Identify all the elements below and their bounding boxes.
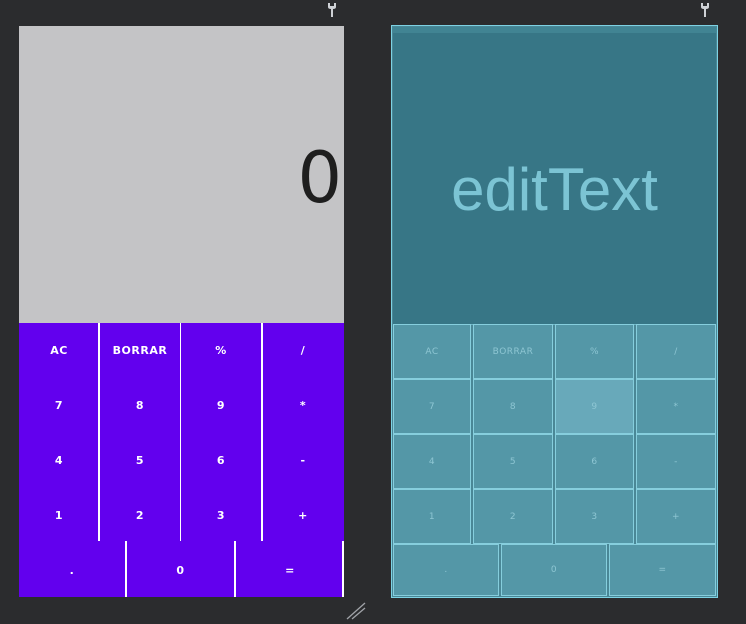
divide-button[interactable]: / [636,324,716,379]
decimal-button[interactable]: . [19,543,125,597]
subtract-button[interactable]: - [636,434,716,489]
digit-1-button[interactable]: 1 [19,488,99,543]
design-preview[interactable]: 0 AC BORRAR % / 7 8 9 * 4 5 6 - 1 2 3 + … [19,26,344,597]
digit-0-button[interactable]: 0 [127,543,234,597]
display-value: 0 [297,137,342,219]
percent-button[interactable]: % [555,324,634,379]
subtract-button[interactable]: - [262,433,344,488]
wrench-icon[interactable] [326,2,338,18]
equals-button[interactable]: = [609,544,716,596]
digit-4-button[interactable]: 4 [393,434,471,489]
ac-button[interactable]: AC [19,323,99,378]
borrar-button[interactable]: BORRAR [100,323,180,378]
digit-1-button[interactable]: 1 [393,489,471,544]
ac-button[interactable]: AC [393,324,471,379]
digit-7-button[interactable]: 7 [393,379,471,434]
edittext-placeholder[interactable]: editText [393,27,716,325]
edittext-label: editText [451,156,658,223]
digit-9-button[interactable]: 9 [555,379,634,434]
column-divider [342,541,344,597]
column-divider [179,323,181,541]
column-divider [234,541,236,597]
digit-9-button[interactable]: 9 [181,378,261,433]
digit-7-button[interactable]: 7 [19,378,99,433]
column-divider [98,323,100,541]
column-divider [261,323,263,541]
add-button[interactable]: + [636,489,716,544]
column-divider [125,541,127,597]
digit-3-button[interactable]: 3 [181,488,261,543]
blueprint-preview[interactable]: editText AC BORRAR % / 7 8 9 * 4 5 6 - 1… [391,25,718,598]
multiply-button[interactable]: * [262,378,344,433]
multiply-button[interactable]: * [636,379,716,434]
digit-2-button[interactable]: 2 [100,488,180,543]
digit-3-button[interactable]: 3 [555,489,634,544]
digit-2-button[interactable]: 2 [473,489,553,544]
digit-8-button[interactable]: 8 [100,378,180,433]
percent-button[interactable]: % [181,323,261,378]
digit-4-button[interactable]: 4 [19,433,99,488]
wrench-icon[interactable] [699,2,711,18]
equals-button[interactable]: = [236,543,344,597]
decimal-button[interactable]: . [393,544,499,596]
digit-6-button[interactable]: 6 [181,433,261,488]
divide-button[interactable]: / [262,323,344,378]
display-top-band [393,27,716,33]
keypad: AC BORRAR % / 7 8 9 * 4 5 6 - 1 2 3 + . … [19,323,344,597]
digit-8-button[interactable]: 8 [473,379,553,434]
resize-handle-icon[interactable] [345,600,367,620]
digit-5-button[interactable]: 5 [473,434,553,489]
digit-6-button[interactable]: 6 [555,434,634,489]
digit-5-button[interactable]: 5 [100,433,180,488]
borrar-button[interactable]: BORRAR [473,324,553,379]
digit-0-button[interactable]: 0 [501,544,607,596]
add-button[interactable]: + [262,488,344,543]
result-display[interactable]: 0 [19,26,344,323]
